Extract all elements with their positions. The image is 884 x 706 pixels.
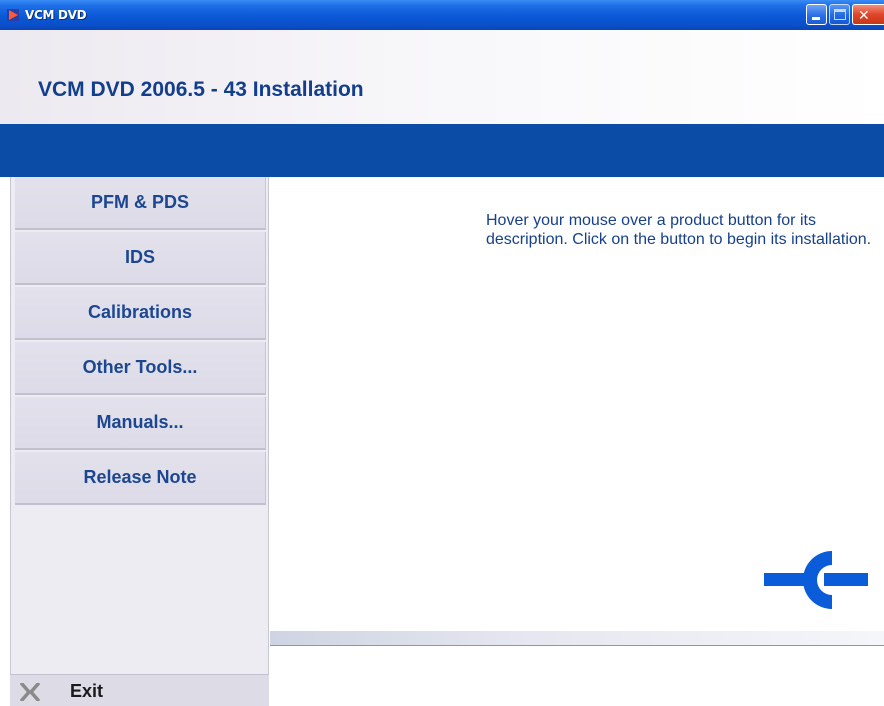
close-icon: ✕: [858, 8, 870, 24]
nav-button-ids[interactable]: IDS: [15, 232, 266, 285]
content-divider: [270, 631, 884, 646]
maximize-icon: [834, 9, 846, 20]
close-button[interactable]: ✕: [852, 4, 884, 25]
header-band: [0, 124, 884, 177]
nav-button-release-note[interactable]: Release Note: [15, 452, 266, 505]
nav-button-other-tools[interactable]: Other Tools...: [15, 342, 266, 395]
header-banner: VCM DVD 2006.5 - 43 Installation: [0, 30, 884, 124]
exit-label: Exit: [70, 681, 104, 701]
sidebar: PFM & PDS IDS Calibrations Other Tools..…: [10, 177, 269, 706]
nav-button-pfm-pds[interactable]: PFM & PDS: [15, 177, 266, 230]
page-title: VCM DVD 2006.5 - 43 Installation: [38, 78, 364, 101]
window-title: VCM DVD: [25, 8, 87, 22]
title-bar[interactable]: VCM DVD ✕: [0, 0, 884, 30]
play-arrow-icon: [7, 9, 19, 21]
nav-button-calibrations[interactable]: Calibrations: [15, 287, 266, 340]
minimize-button[interactable]: [806, 4, 827, 25]
brand-logo-icon: [764, 551, 868, 609]
exit-button[interactable]: Exit: [10, 674, 269, 706]
description-text: Hover your mouse over a product button f…: [486, 212, 872, 248]
minimize-icon: [812, 17, 820, 20]
nav-button-manuals[interactable]: Manuals...: [15, 397, 266, 450]
x-icon: [20, 683, 40, 701]
maximize-button[interactable]: [829, 4, 850, 25]
